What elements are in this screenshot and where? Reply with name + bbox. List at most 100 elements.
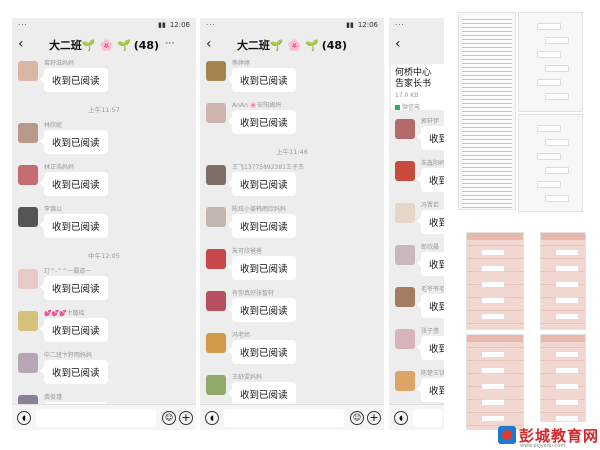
avatar[interactable]: [206, 375, 226, 395]
message-bubble[interactable]: 收到已阅读: [40, 68, 108, 92]
thumbnail-bubble: [545, 65, 569, 72]
message-bubble[interactable]: 收到已阅读: [228, 172, 296, 196]
thumbnail-bubble: [481, 415, 505, 422]
message-bubble[interactable]: 收到已阅读: [40, 360, 108, 384]
sender-nickname: 毛爷爷毛: [421, 286, 444, 293]
avatar[interactable]: [206, 61, 226, 81]
message-bubble[interactable]: 收到已阅读: [417, 168, 444, 192]
avatar[interactable]: [18, 165, 38, 185]
chat-header: ‹ 大二班🌱 🌸 🌱 (48): [200, 32, 384, 58]
chat-title: 大二班🌱 🌸 🌱: [48, 39, 131, 52]
thumbnail-bubble: [555, 313, 579, 320]
thumbnail-bubble: [545, 139, 569, 146]
thumbnail-bubble: [481, 399, 505, 406]
avatar[interactable]: [395, 161, 415, 181]
thumbnail-bubble: [545, 37, 569, 44]
sender-nickname: 朱鑫阳妈妈: [421, 160, 444, 167]
thumbnail-bubble: [555, 383, 579, 390]
sender-nickname: 张子悠: [421, 328, 440, 335]
emoji-icon[interactable]: ☺: [350, 411, 364, 425]
avatar[interactable]: [18, 123, 38, 143]
message-bubble[interactable]: 收到已阅读: [417, 210, 444, 234]
message-input[interactable]: [224, 409, 344, 427]
status-icons: ···: [18, 21, 28, 29]
avatar[interactable]: [395, 119, 415, 139]
message-bubble[interactable]: 收到已阅读: [228, 298, 296, 322]
message-list[interactable]: 菜籽滋妈妈 收到已阅读 上午11:57 林欣妮 收到已阅读 林正浩妈妈 收到已阅读 李锦以 收到…: [12, 58, 196, 404]
message-bubble[interactable]: 收到已阅读: [228, 110, 296, 134]
message-bubble[interactable]: 收到已阅读: [417, 294, 444, 318]
avatar[interactable]: [395, 203, 415, 223]
message-list[interactable]: 何桥中心告家长书17.0 KB微信电郭轩伊收到已阅读朱鑫阳妈妈收到已阅读冯晋若收…: [389, 58, 444, 404]
avatar[interactable]: [395, 245, 415, 265]
signal-icon: ▮▮: [346, 21, 354, 29]
message-bubble[interactable]: 收到已阅读: [40, 276, 108, 300]
message-input[interactable]: [413, 409, 442, 427]
thumbnail-bubble: [481, 313, 505, 320]
message-row: 郭轩伊收到已阅读: [389, 116, 444, 158]
plus-icon[interactable]: +: [367, 411, 381, 425]
avatar[interactable]: [206, 103, 226, 123]
message-bubble[interactable]: 收到已阅读: [40, 130, 108, 154]
avatar[interactable]: [395, 287, 415, 307]
member-count: (48): [321, 38, 348, 52]
avatar[interactable]: [206, 333, 226, 353]
avatar[interactable]: [18, 353, 38, 373]
plus-icon[interactable]: +: [179, 411, 193, 425]
thumbnail-bubble: [555, 281, 579, 288]
sender-nickname: 林欣妮: [44, 122, 63, 129]
avatar[interactable]: [206, 165, 226, 185]
avatar[interactable]: [395, 371, 415, 391]
message-bubble[interactable]: 收到已阅读: [417, 126, 444, 150]
message-row: 王飞13775892381王子杰 收到已阅读: [200, 162, 384, 204]
message-row: AnAn 🌸安阳姆妈 收到已阅读: [200, 100, 384, 142]
avatar[interactable]: [206, 207, 226, 227]
site-watermark: 彭城教育网 www.pcjyedu.com: [498, 424, 599, 449]
avatar[interactable]: [18, 61, 38, 81]
message-row: 冯老师 收到已阅读: [200, 330, 384, 372]
input-bar: ◖ ☺ +: [200, 404, 384, 430]
message-row: 💕💕💕卞璐瑶 收到已阅读: [12, 308, 196, 350]
message-bubble[interactable]: 收到已阅读: [228, 256, 296, 280]
member-count: (48): [133, 38, 160, 52]
message-bubble[interactable]: 收到已阅读: [228, 382, 296, 404]
message-bubble[interactable]: 收到已阅读: [40, 172, 108, 196]
message-bubble[interactable]: 收到已阅读: [228, 68, 296, 92]
message-bubble[interactable]: 收到已阅读: [417, 252, 444, 276]
sender-nickname: AnAn 🌸安阳姆妈: [232, 102, 282, 109]
message-bubble[interactable]: 收到已阅读: [228, 340, 296, 364]
back-arrow-icon[interactable]: ‹: [395, 36, 401, 52]
timestamp: 上午11:46: [276, 148, 308, 156]
thumbnail-bubble: [481, 265, 505, 272]
message-row: 熊婷婷 收到已阅读: [200, 58, 384, 100]
voice-icon[interactable]: ◖: [17, 411, 31, 425]
message-list[interactable]: 熊婷婷 收到已阅读 AnAn 🌸安阳姆妈 收到已阅读 上午11:46 王飞13775892…: [200, 58, 384, 404]
sender-nickname: 郭轩伊: [421, 118, 440, 125]
avatar[interactable]: [206, 249, 226, 269]
avatar[interactable]: [18, 269, 38, 289]
voice-icon[interactable]: ◖: [394, 411, 408, 425]
thumbnail-bubble: [481, 297, 505, 304]
voice-icon[interactable]: ◖: [205, 411, 219, 425]
message-bubble[interactable]: 收到已阅读: [40, 318, 108, 342]
status-time: 12:06: [169, 21, 190, 29]
back-arrow-icon[interactable]: ‹: [18, 36, 24, 52]
file-message: 何桥中心 告家长书 17.0 KB 微信电: [389, 58, 444, 116]
avatar[interactable]: [18, 395, 38, 404]
message-input[interactable]: [36, 409, 156, 427]
file-card[interactable]: 何桥中心 告家长书 17.0 KB 微信电: [391, 64, 444, 111]
emoji-icon[interactable]: ☺: [162, 411, 176, 425]
message-bubble[interactable]: 收到已阅读: [417, 336, 444, 360]
avatar[interactable]: [206, 291, 226, 311]
more-icon[interactable]: ⋯: [165, 39, 174, 49]
message-bubble[interactable]: 收到已阅读: [40, 214, 108, 238]
status-icons: ···: [206, 21, 216, 29]
back-arrow-icon[interactable]: ‹: [206, 36, 212, 52]
avatar[interactable]: [18, 311, 38, 331]
message-bubble[interactable]: 收到已阅读: [228, 214, 296, 238]
file-size: 17.0 KB: [395, 92, 419, 99]
message-bubble[interactable]: 收到已阅读: [417, 378, 444, 402]
avatar[interactable]: [395, 329, 415, 349]
chat-screenshot-1: ··· ▮▮ 12:06 ‹ 大二班🌱 🌸 🌱 (48) ⋯ 菜籽滋妈妈 收到已阅…: [12, 18, 196, 430]
avatar[interactable]: [18, 207, 38, 227]
